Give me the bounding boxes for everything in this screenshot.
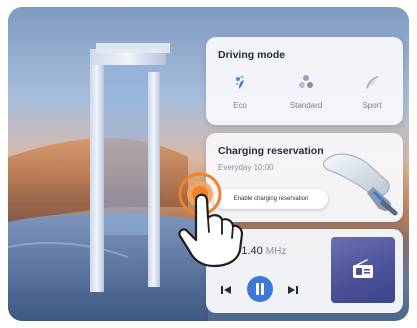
radio-unit: MHz: [265, 246, 287, 257]
eco-leaf-icon: [235, 75, 244, 89]
mode-standard[interactable]: Standard: [278, 73, 334, 117]
radio-icon: [353, 259, 373, 278]
charging-title: Charging reservation: [218, 145, 324, 157]
driving-mode-card: Driving mode Eco Standard Sport: [206, 37, 403, 125]
pause-icon[interactable]: [246, 275, 274, 303]
mode-label-eco: Eco: [233, 101, 247, 110]
driving-mode-title: Driving mode: [218, 49, 286, 61]
touch-gesture-icon: [178, 172, 244, 268]
charger-plug-icon: [323, 153, 398, 216]
mode-eco[interactable]: Eco: [212, 73, 268, 117]
previous-icon[interactable]: [220, 284, 232, 296]
mode-sport[interactable]: Sport: [344, 73, 400, 117]
next-icon[interactable]: [287, 284, 299, 296]
mode-label-standard: Standard: [289, 101, 323, 110]
screen-frame: Driving mode Eco Standard Sport Charging…: [8, 7, 409, 321]
standard-drops-icon: [299, 75, 313, 88]
sport-wing-icon: [366, 76, 379, 89]
radio-album-art: [331, 237, 395, 303]
mode-label-sport: Sport: [362, 101, 382, 110]
